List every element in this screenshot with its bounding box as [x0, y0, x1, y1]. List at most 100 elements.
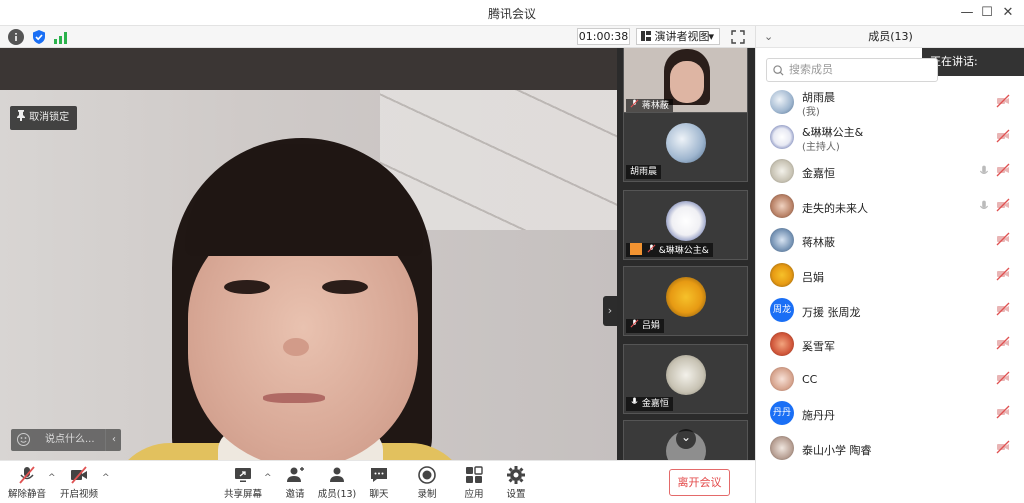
camera-off-icon — [71, 466, 87, 484]
meeting-window: 腾讯会议 — ☐ ✕ 01:00:38 演讲者视图 ▾ 取消锁定 说点什么...… — [0, 0, 1024, 503]
avatar — [770, 193, 794, 218]
right-eye — [322, 280, 368, 294]
chat-button[interactable]: 聊天 — [357, 465, 401, 503]
search-input[interactable]: 搜索成员 — [766, 58, 938, 82]
chat-input[interactable]: 说点什么... ‹ — [11, 429, 121, 451]
mic-muted-icon — [647, 244, 656, 253]
view-mode-select[interactable]: 演讲者视图 ▾ — [636, 28, 720, 45]
participant-tile[interactable]: 金嘉恒 — [623, 344, 748, 414]
member-name: 泰山小学 陶睿 — [802, 444, 872, 457]
member-row[interactable]: CC — [756, 363, 1024, 397]
minimize-button[interactable]: — — [956, 3, 978, 23]
invite-button[interactable]: 邀请 — [273, 465, 317, 503]
avatar — [666, 277, 706, 317]
member-row[interactable]: 走失的未来人 — [756, 190, 1024, 224]
gear-icon — [507, 466, 525, 484]
info-icon[interactable] — [8, 29, 24, 45]
shield-icon[interactable] — [31, 29, 47, 45]
view-mode-label: 演讲者视图 — [654, 30, 710, 43]
fullscreen-icon[interactable] — [730, 29, 746, 45]
camera-icon — [996, 405, 1010, 419]
participant-tile[interactable]: 吕娟 — [623, 266, 748, 336]
mic-icon — [978, 165, 990, 177]
camera-off-icon — [996, 232, 1010, 246]
mic-muted-icon — [630, 99, 639, 108]
member-row[interactable]: 蒋林蔽 — [756, 224, 1024, 258]
chevron-down-icon[interactable]: ⌄ — [764, 26, 773, 48]
unmute-button[interactable]: 解除静音 — [5, 465, 49, 503]
avatar — [666, 201, 706, 241]
unlock-label: 取消锁定 — [29, 112, 70, 123]
camera-off-icon — [996, 267, 1010, 281]
member-row[interactable]: 奚雪军 — [756, 328, 1024, 362]
participant-tile[interactable]: &琳琳公主& — [623, 190, 748, 260]
bottom-toolbar: 解除静音 ^ 开启视频 ^ 共享屏幕 ^ 邀请 成员(13) 聊天 录制 应用 … — [0, 460, 755, 503]
member-panel: ⌄ 成员(13) 正在讲话: 搜索成员 胡雨晨 (我) &琳琳公主& (主持人) 金嘉恒… — [755, 26, 1024, 503]
add-user-icon — [287, 467, 304, 482]
camera-off-icon — [996, 129, 1010, 143]
search-icon — [773, 65, 784, 76]
member-role: (主持人) — [802, 141, 840, 153]
member-name: 蒋林蔽 — [802, 236, 835, 250]
mic-icon — [631, 397, 638, 404]
camera-off-icon — [996, 302, 1010, 316]
avatar — [770, 332, 794, 357]
audio-options-caret[interactable]: ^ — [48, 473, 56, 483]
camera-off-icon — [996, 94, 1010, 108]
mic-muted-icon — [630, 319, 639, 328]
avatar — [770, 228, 794, 253]
members-button[interactable]: 成员(13) — [315, 465, 359, 503]
record-button[interactable]: 录制 — [405, 465, 449, 503]
member-row[interactable]: &琳琳公主& (主持人) — [756, 121, 1024, 155]
member-row[interactable]: 周龙 万援 张周龙 — [756, 294, 1024, 328]
tile-name: 金嘉恒 — [641, 399, 669, 409]
nose — [283, 338, 309, 356]
tile-name: 胡雨晨 — [630, 167, 658, 177]
avatar: 周龙 — [770, 297, 794, 322]
video-options-caret[interactable]: ^ — [102, 473, 110, 483]
member-name: 吕娟 — [802, 271, 824, 284]
chevron-down-icon: ▾ — [708, 30, 714, 43]
member-name: 奚雪军 — [802, 340, 835, 354]
start-video-button[interactable]: 开启视频 — [57, 465, 101, 503]
signal-icon[interactable] — [53, 29, 69, 45]
mic-muted-icon — [19, 466, 35, 484]
share-options-caret[interactable]: ^ — [264, 473, 272, 483]
participant-tile[interactable]: 蒋林蔽 — [623, 48, 748, 116]
member-name: 走失的未来人 — [802, 201, 868, 215]
chat-placeholder: 说点什么... — [45, 434, 95, 445]
collapse-strip-button[interactable]: › — [603, 296, 617, 326]
participant-tile[interactable]: 胡雨晨 — [623, 112, 748, 182]
main-video[interactable]: 取消锁定 说点什么... ‹ › — [0, 48, 617, 460]
tile-name: 蒋林蔽 — [641, 101, 669, 111]
member-row[interactable]: 金嘉恒 — [756, 155, 1024, 189]
left-eye — [224, 280, 270, 294]
member-row[interactable]: 胡雨晨 (我) — [756, 86, 1024, 120]
participant-strip: 蒋林蔽 胡雨晨 &琳琳公主& 吕娟 金嘉恒 ⌄ — [617, 48, 755, 460]
window-title: 腾讯会议 — [487, 7, 536, 21]
meeting-timer: 01:00:38 — [577, 28, 630, 45]
member-row[interactable]: 丹丹 施丹丹 — [756, 397, 1024, 431]
member-row[interactable]: 泰山小学 陶睿 — [756, 432, 1024, 466]
maximize-button[interactable]: ☐ — [976, 3, 998, 23]
avatar — [770, 366, 794, 391]
scroll-down-icon[interactable]: ⌄ — [676, 429, 696, 449]
tile-name: &琳琳公主& — [658, 246, 709, 256]
member-row[interactable]: 吕娟 — [756, 259, 1024, 293]
leave-meeting-button[interactable]: 离开会议 — [669, 469, 730, 496]
emoji-icon[interactable] — [17, 433, 30, 455]
participant-tile[interactable]: ⌄ — [623, 420, 748, 460]
pin-icon — [17, 110, 25, 121]
layout-icon — [641, 31, 651, 41]
close-button[interactable]: ✕ — [997, 3, 1019, 23]
chevron-left-icon[interactable]: ‹ — [105, 429, 116, 451]
unlock-view-button[interactable]: 取消锁定 — [10, 106, 78, 130]
share-screen-button[interactable]: 共享屏幕 — [221, 465, 265, 503]
share-screen-icon — [235, 468, 251, 482]
panel-title: 成员(13) — [868, 30, 913, 43]
member-name: CC — [802, 372, 818, 386]
avatar — [666, 123, 706, 163]
apps-button[interactable]: 应用 — [452, 465, 496, 503]
camera-off-icon — [996, 371, 1010, 385]
settings-button[interactable]: 设置 — [494, 465, 538, 503]
